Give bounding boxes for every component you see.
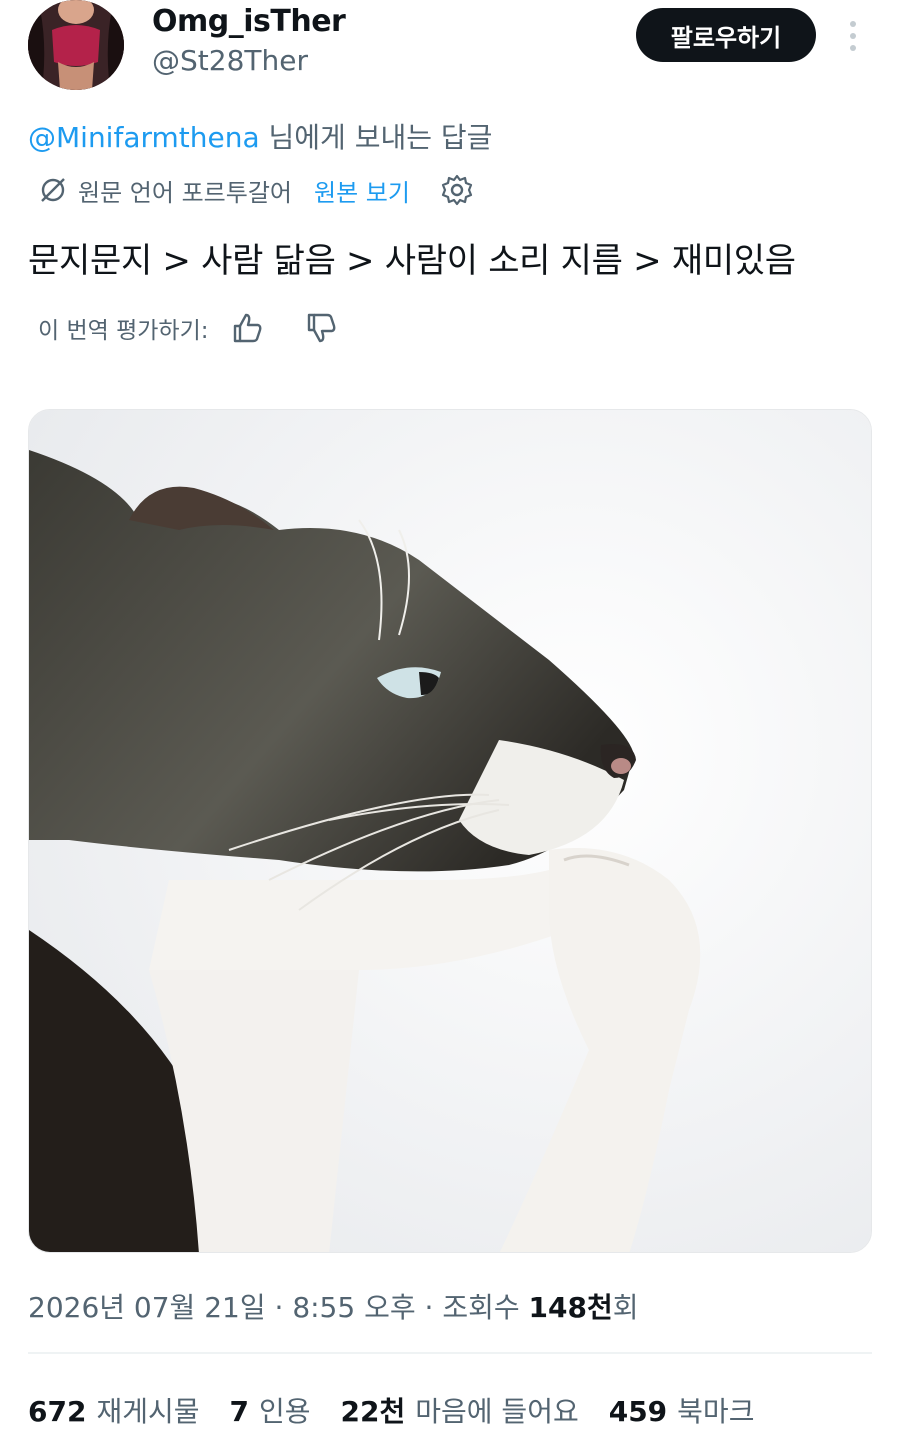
cat-photo (29, 410, 871, 1252)
thumbs-up-icon[interactable] (229, 310, 265, 346)
bookmarks-label: 북마크 (677, 1395, 755, 1428)
follow-button[interactable]: 팔로우하기 (636, 8, 816, 62)
tweet-media-image[interactable] (28, 409, 872, 1253)
views-suffix: 회 (612, 1291, 639, 1324)
views-count: 148천 (528, 1291, 613, 1324)
divider (28, 1352, 872, 1354)
reply-context: @Minifarmthena 님에게 보내는 답글 (28, 116, 492, 156)
reply-suffix: 님에게 보내는 답글 (259, 121, 493, 154)
bookmarks-stat[interactable]: 459 북마크 (609, 1390, 755, 1430)
reply-mention-link[interactable]: @Minifarmthena (28, 121, 260, 154)
retweets-stat[interactable]: 672 재게시물 (28, 1390, 200, 1430)
rate-translation-label: 이 번역 평가하기: (38, 318, 209, 344)
likes-count: 22천 (340, 1395, 406, 1428)
likes-label: 마음에 들어요 (415, 1395, 579, 1428)
tweet-date[interactable]: 2026년 07월 21일 (28, 1291, 266, 1324)
translation-row: 원문 언어 포르투갈어 원본 보기 (38, 170, 474, 210)
tweet-time[interactable]: 8:55 오후 (292, 1291, 415, 1324)
views-prefix: 조회수 (442, 1291, 529, 1324)
retweets-label: 재게시물 (96, 1395, 200, 1428)
quotes-stat[interactable]: 7 인용 (230, 1390, 311, 1430)
translation-source-label: 원문 언어 포르투갈어 (78, 178, 292, 207)
likes-stat[interactable]: 22천 마음에 들어요 (341, 1390, 579, 1430)
display-name[interactable]: Omg_isTher (152, 4, 346, 39)
user-handle[interactable]: @St28Ther (152, 44, 308, 77)
separator: · (415, 1291, 443, 1324)
bookmarks-count: 459 (608, 1395, 668, 1428)
tweet-text: 문지문지 > 사람 닮음 > 사람이 소리 지름 > 재미있음 (28, 241, 796, 281)
thumbs-down-icon[interactable] (303, 310, 339, 346)
show-original-link[interactable]: 원본 보기 (314, 173, 410, 208)
translate-icon (41, 178, 65, 202)
rate-translation-row: 이 번역 평가하기: (38, 308, 339, 348)
gear-icon[interactable] (440, 173, 474, 207)
engagement-stats: 672 재게시물 7 인용 22천 마음에 들어요 459 북마크 (28, 1390, 784, 1430)
avatar-image (28, 0, 124, 90)
separator: · (265, 1291, 293, 1324)
retweets-count: 672 (28, 1395, 87, 1428)
quotes-label: 인용 (258, 1395, 311, 1428)
avatar[interactable] (28, 0, 124, 90)
quotes-count: 7 (229, 1395, 249, 1428)
tweet-timestamp-views: 2026년 07월 21일 · 8:55 오후 · 조회수 148천회 (28, 1286, 639, 1326)
more-vertical-icon[interactable] (846, 20, 860, 52)
